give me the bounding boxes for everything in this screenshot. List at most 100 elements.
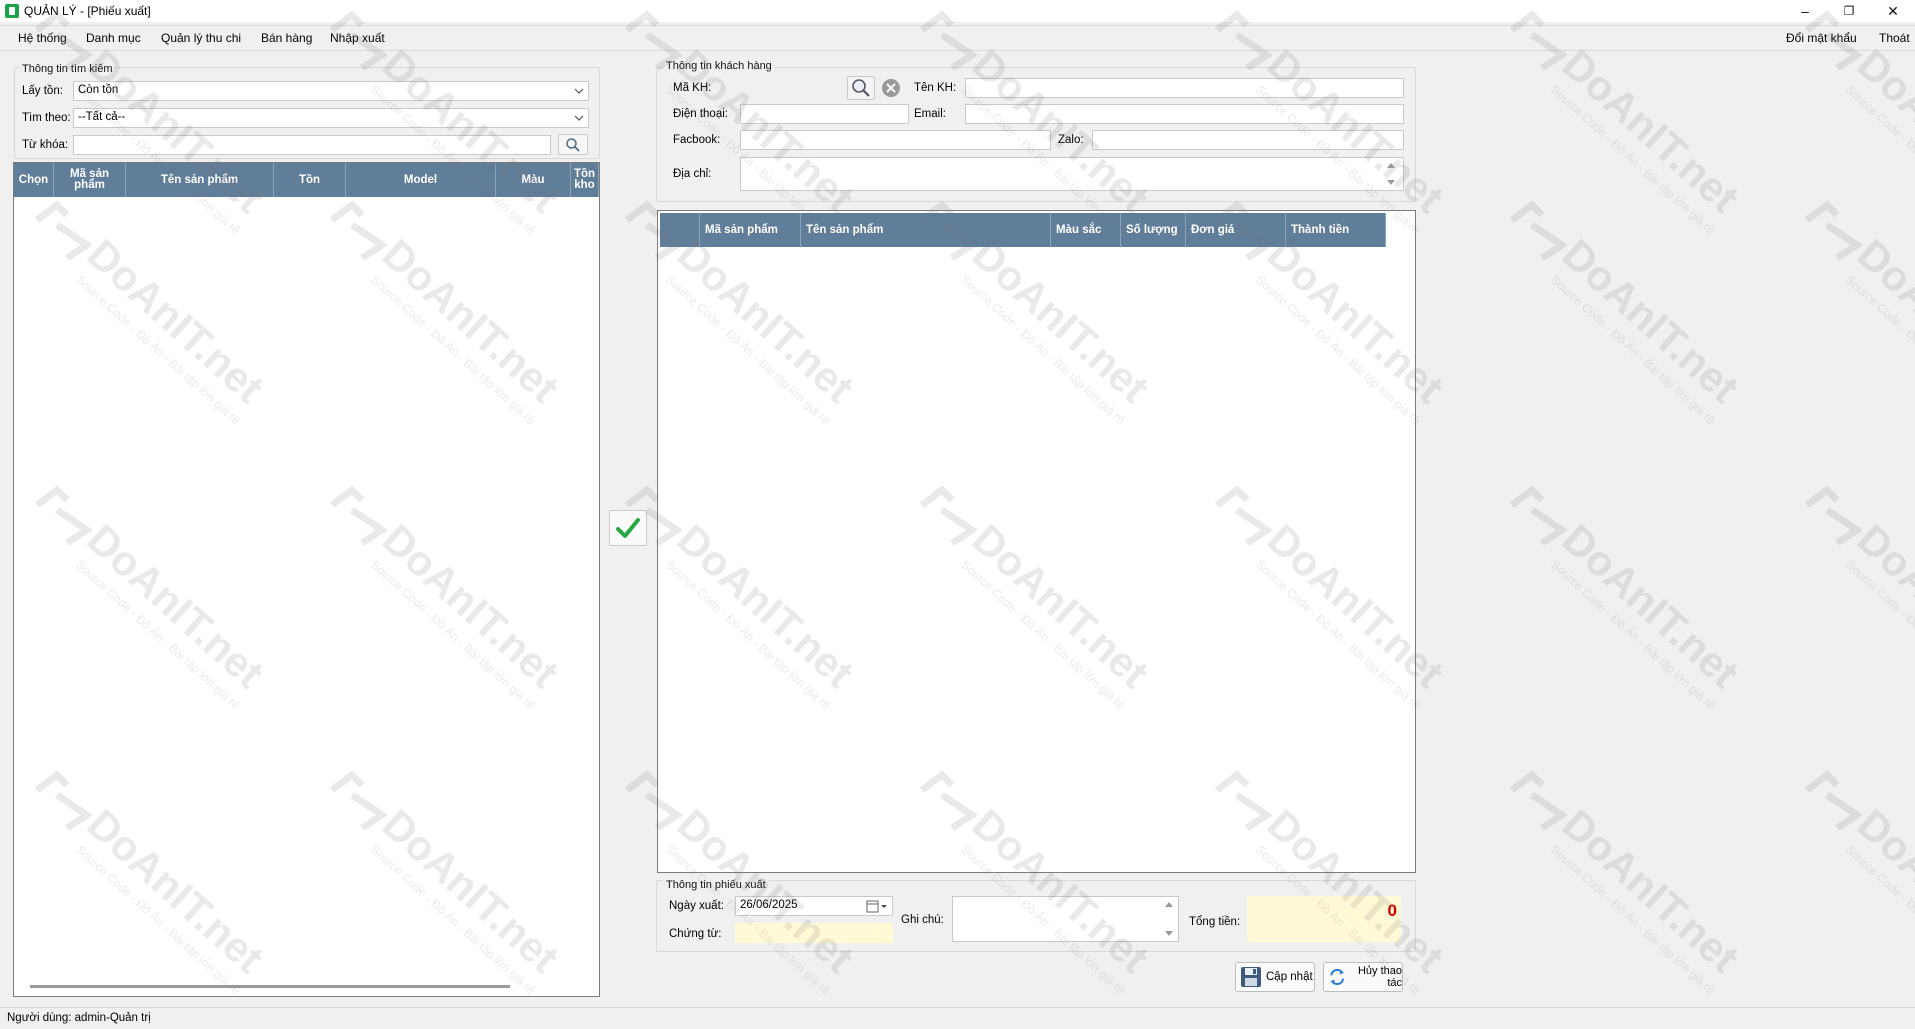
column-header-thanh-tien[interactable]: Thành tiền xyxy=(1286,213,1386,247)
save-icon xyxy=(1241,967,1261,987)
product-grid-header: Chọn Mã sản phẩm Tên sản phẩm Tồn Model … xyxy=(14,163,599,197)
order-grid[interactable]: Mã sản phẩm Tên sản phẩm Màu sắc Số lượn… xyxy=(657,210,1416,873)
column-header-row-selector[interactable] xyxy=(660,213,700,247)
customer-code-field[interactable] xyxy=(740,78,845,98)
find-by-label: Tìm theo: xyxy=(22,112,71,124)
note-label: Ghi chú: xyxy=(901,914,944,926)
watermark-brand: DoAnIT.net xyxy=(1553,800,1748,982)
column-header-ton-kho[interactable]: Tồn kho xyxy=(571,163,599,197)
total-label: Tổng tiền: xyxy=(1189,916,1241,928)
stock-select[interactable]: Còn tồn xyxy=(73,81,589,101)
menu-danh-muc[interactable]: Danh mục xyxy=(86,31,141,45)
search-button[interactable] xyxy=(558,134,588,155)
customer-clear-button[interactable] xyxy=(880,77,902,99)
note-scroll-arrows[interactable] xyxy=(1164,900,1174,938)
watermark-logo-icon xyxy=(1509,200,1567,260)
stock-select-value: Còn tồn xyxy=(78,84,119,96)
check-icon xyxy=(616,518,640,538)
watermark: DoAnIT.netSource Code - Đồ Án - Bài tập … xyxy=(1542,40,1751,237)
watermark: DoAnIT.netSource Code - Đồ Án - Bài tập … xyxy=(1837,800,1915,997)
customer-name-field[interactable] xyxy=(965,78,1404,98)
watermark-logo-icon xyxy=(1509,770,1567,830)
column-header-chon[interactable]: Chọn xyxy=(14,163,54,197)
menu-quan-ly-thu-chi[interactable]: Quản lý thu chi xyxy=(161,31,241,45)
search-icon xyxy=(852,79,870,97)
watermark: DoAnIT.netSource Code - Đồ Án - Bài tập … xyxy=(1837,515,1915,712)
watermark-brand: DoAnIT.net xyxy=(1553,515,1748,697)
refresh-icon xyxy=(1330,968,1345,986)
watermark-brand: DoAnIT.net xyxy=(1848,230,1915,412)
menu-ban-hang[interactable]: Bán hàng xyxy=(261,31,312,45)
status-bar: Người dùng: admin-Quản trị xyxy=(0,1007,1915,1029)
column-header-model[interactable]: Model xyxy=(346,163,496,197)
menu-nhap-xuat[interactable]: Nhập xuất xyxy=(330,31,385,45)
watermark-tagline: Source Code - Đồ Án - Bài tập lớn giá rẻ xyxy=(1843,557,1915,713)
watermark-tagline: Source Code - Đồ Án - Bài tập lớn giá rẻ xyxy=(1548,842,1718,998)
add-to-order-button[interactable] xyxy=(609,510,647,546)
watermark-tagline: Source Code - Đồ Án - Bài tập lớn giá rẻ xyxy=(1548,82,1718,238)
minimize-button[interactable]: – xyxy=(1783,0,1827,22)
watermark-tagline: Source Code - Đồ Án - Bài tập lớn giá rẻ xyxy=(1843,272,1915,428)
watermark-brand: DoAnIT.net xyxy=(1848,800,1915,982)
column-header-don-gia[interactable]: Đơn giá xyxy=(1186,213,1286,247)
watermark-tagline: Source Code - Đồ Án - Bài tập lớn giá rẻ xyxy=(1843,842,1915,998)
restore-button[interactable]: ❐ xyxy=(1827,0,1871,22)
date-picker[interactable]: 26/06/2025 xyxy=(735,896,893,916)
column-header-mau-sac[interactable]: Màu sắc xyxy=(1051,213,1121,247)
watermark-tagline: Source Code - Đồ Án - Bài tập lớn giá rẻ xyxy=(1843,82,1915,238)
column-header-ma-san-pham[interactable]: Mã sản phẩm xyxy=(54,163,126,197)
column-header-so-luong[interactable]: Số lượng xyxy=(1121,213,1186,247)
calendar-icon xyxy=(866,900,887,913)
watermark-brand: DoAnIT.net xyxy=(1848,40,1915,222)
product-grid[interactable]: Chọn Mã sản phẩm Tên sản phẩm Tồn Model … xyxy=(13,162,600,997)
keyword-input[interactable] xyxy=(73,135,551,155)
close-button[interactable]: ✕ xyxy=(1871,0,1915,22)
menu-doi-mat-khau[interactable]: Đổi mật khẩu xyxy=(1786,31,1857,45)
keyword-label: Từ khóa: xyxy=(22,139,69,151)
order-grid-header: Mã sản phẩm Tên sản phẩm Màu sắc Số lượn… xyxy=(660,213,1386,247)
zalo-field[interactable] xyxy=(1092,130,1404,150)
update-button[interactable]: Cập nhật xyxy=(1235,962,1315,992)
phone-label: Điện thoại: xyxy=(673,108,728,120)
cancel-button[interactable]: Hủy thao tác xyxy=(1323,962,1403,992)
phone-field[interactable] xyxy=(740,104,909,124)
cancel-button-label: Hủy thao tác xyxy=(1357,965,1402,989)
date-label: Ngày xuất: xyxy=(669,900,724,912)
watermark: DoAnIT.netSource Code - Đồ Án - Bài tập … xyxy=(1542,230,1751,427)
menu-he-thong[interactable]: Hệ thống xyxy=(18,31,67,45)
address-field[interactable] xyxy=(740,157,1404,191)
voucher-field[interactable] xyxy=(735,923,893,943)
horizontal-scrollbar[interactable] xyxy=(30,985,510,988)
watermark-logo-icon xyxy=(1804,485,1862,545)
column-header-ton[interactable]: Tồn xyxy=(274,163,346,197)
watermark-brand: DoAnIT.net xyxy=(1848,515,1915,697)
menu-thoat[interactable]: Thoát xyxy=(1879,31,1910,45)
total-amount: 0 xyxy=(1247,896,1401,942)
address-label: Địa chỉ: xyxy=(673,168,712,180)
column-header-ma-san-pham[interactable]: Mã sản phẩm xyxy=(700,213,801,247)
watermark-logo-icon xyxy=(1509,485,1567,545)
update-button-label: Cập nhật xyxy=(1266,971,1313,983)
column-header-mau[interactable]: Màu xyxy=(496,163,571,197)
column-header-ten-san-pham[interactable]: Tên sản phẩm xyxy=(126,163,274,197)
note-field[interactable] xyxy=(952,896,1179,942)
window-controls: – ❐ ✕ xyxy=(1783,0,1915,22)
menu-bar: Hệ thống Danh mục Quản lý thu chi Bán hà… xyxy=(0,25,1915,51)
find-by-select[interactable]: --Tất cả-- xyxy=(73,108,589,128)
customer-group-title: Thông tin khách hàng xyxy=(663,60,775,72)
customer-search-button[interactable] xyxy=(847,76,875,100)
facebook-field[interactable] xyxy=(740,130,1051,150)
find-by-select-value: --Tất cả-- xyxy=(78,111,126,123)
watermark-logo-icon xyxy=(1804,200,1862,260)
watermark: DoAnIT.netSource Code - Đồ Án - Bài tập … xyxy=(1837,230,1915,427)
voucher-label: Chứng từ: xyxy=(669,928,722,940)
email-field[interactable] xyxy=(965,104,1404,124)
column-header-ten-san-pham[interactable]: Tên sản phẩm xyxy=(801,213,1051,247)
window-title: QUẢN LÝ - [Phiếu xuất] xyxy=(24,4,151,18)
watermark-logo-icon xyxy=(1804,770,1862,830)
email-label: Email: xyxy=(914,108,946,120)
facebook-label: Facbook: xyxy=(673,134,721,146)
address-scroll-arrows[interactable] xyxy=(1386,161,1396,187)
watermark: DoAnIT.netSource Code - Đồ Án - Bài tập … xyxy=(1542,515,1751,712)
customer-code-label: Mã KH: xyxy=(673,82,712,94)
